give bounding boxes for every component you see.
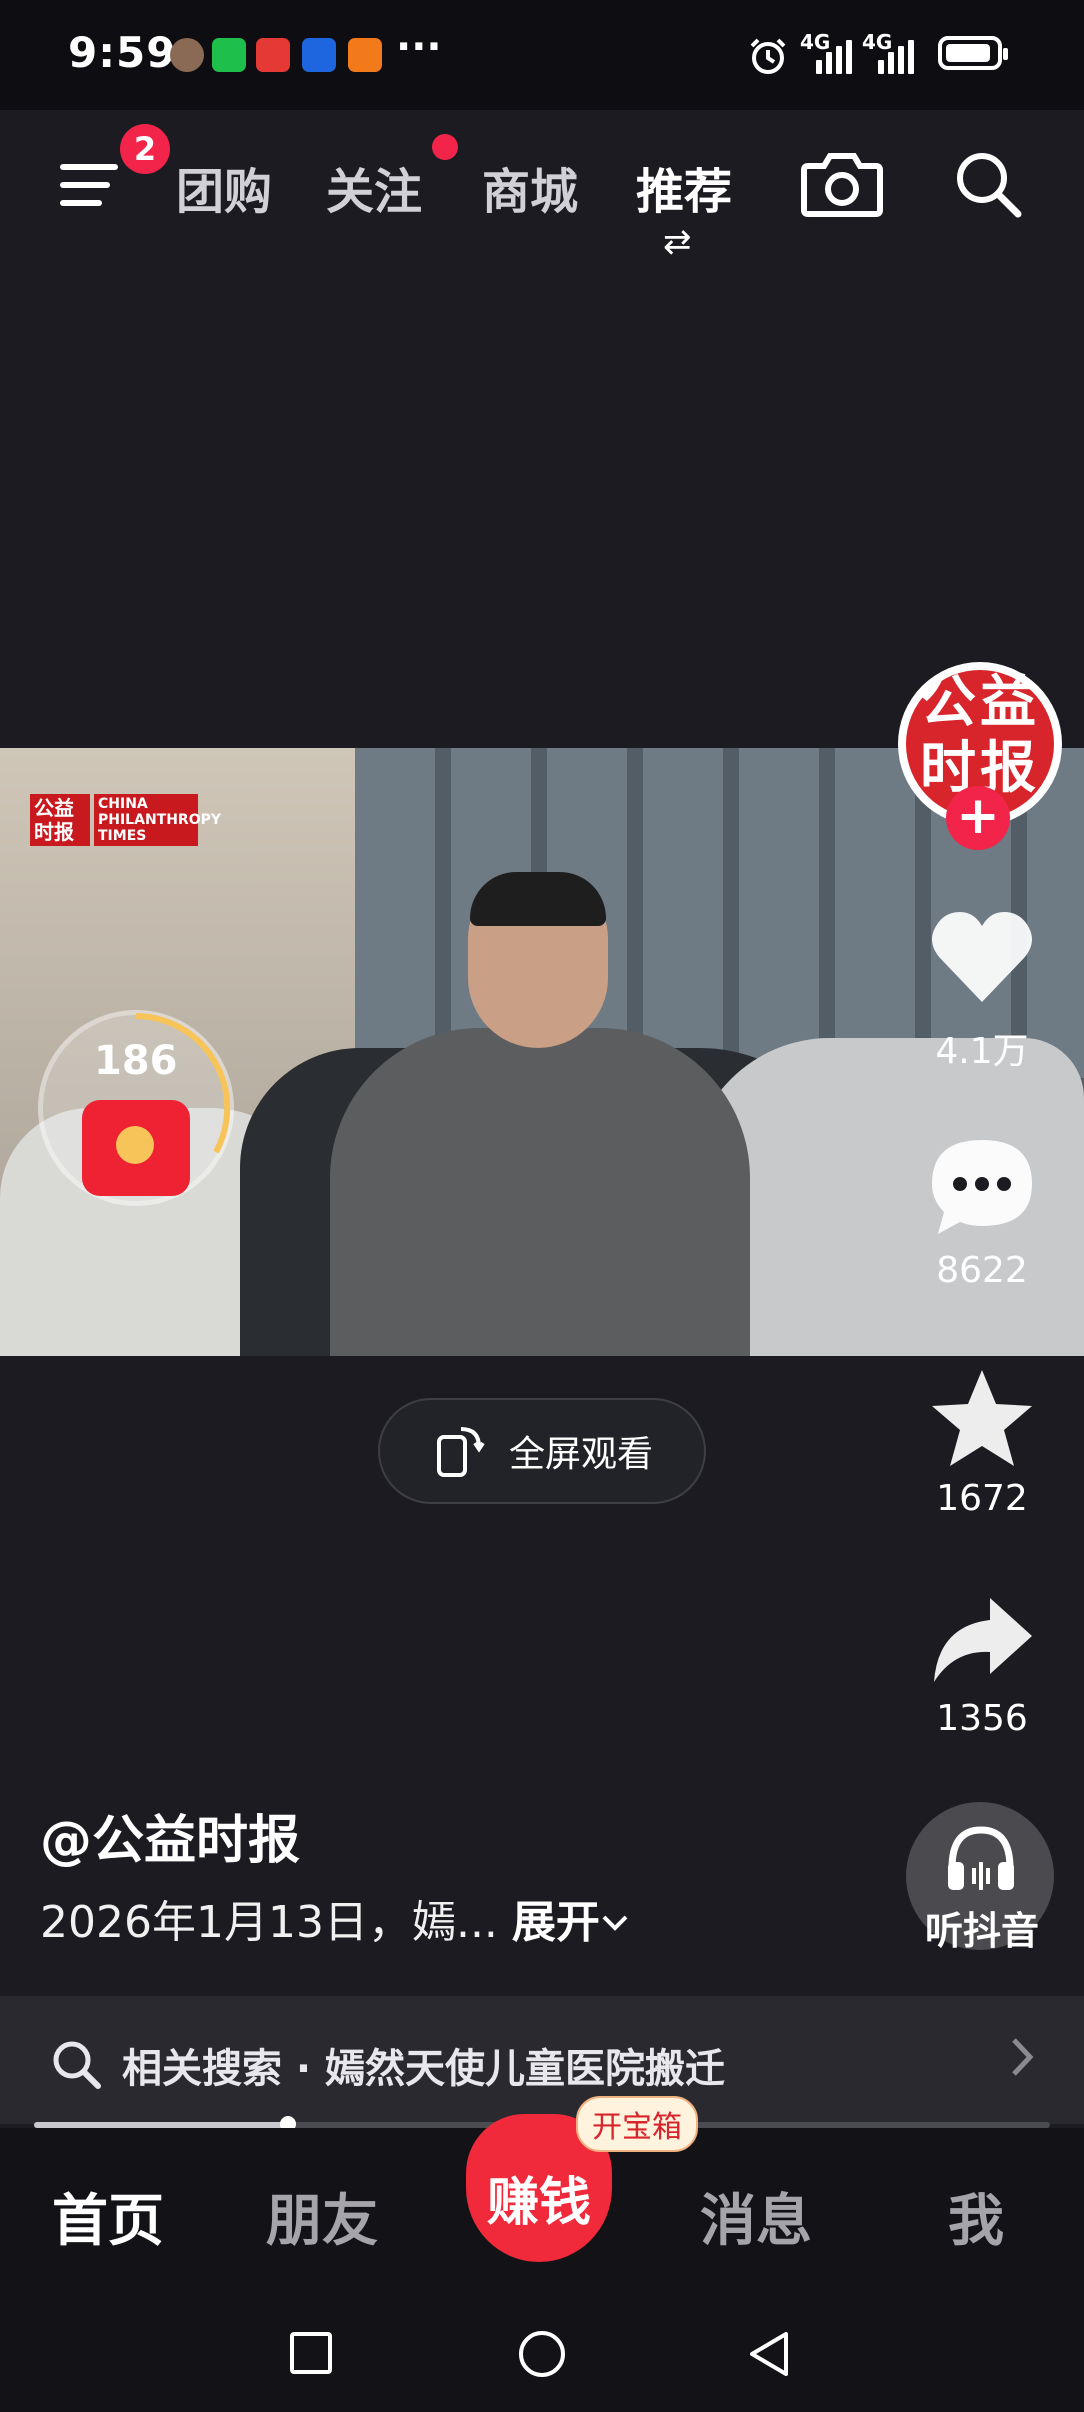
fullscreen-button[interactable]: 全屏观看 bbox=[378, 1398, 706, 1504]
switch-icon[interactable]: ⇄ bbox=[663, 222, 692, 262]
tab-home[interactable]: 首页 bbox=[52, 2176, 164, 2257]
chevron-down-icon bbox=[602, 1915, 628, 1931]
author-name[interactable]: @公益时报 bbox=[40, 1798, 300, 1873]
fullscreen-label: 全屏观看 bbox=[508, 1434, 653, 1475]
tab-following[interactable]: 关注 bbox=[326, 152, 422, 222]
like-heart-icon[interactable] bbox=[928, 908, 1036, 1008]
watermark-logo-en: CHINA PHILANTHROPY TIMES bbox=[94, 794, 221, 846]
following-dot-badge bbox=[432, 134, 458, 160]
signal-bars-1-icon bbox=[806, 38, 852, 74]
like-count: 4.1万 bbox=[935, 1031, 1029, 1072]
home-circle-icon[interactable] bbox=[516, 2328, 568, 2380]
post-description: 2026年1月13日，嫣... 展开 bbox=[40, 1886, 630, 1950]
comment-icon[interactable] bbox=[928, 1134, 1036, 1238]
video-scene-person-hair bbox=[470, 872, 606, 926]
video-scene-person bbox=[330, 1028, 750, 1356]
camera-icon[interactable] bbox=[800, 146, 884, 220]
chevron-right-icon bbox=[1012, 2038, 1034, 2076]
signal-bars-2-icon bbox=[868, 38, 914, 74]
tab-friends[interactable]: 朋友 bbox=[266, 2176, 378, 2257]
orange-app-icon bbox=[348, 38, 382, 72]
more-notifications-icon: ··· bbox=[396, 24, 442, 70]
rotate-screen-icon bbox=[436, 1427, 485, 1477]
battery-icon bbox=[938, 36, 1008, 70]
listen-label: 听抖音 bbox=[924, 1909, 1039, 1953]
back-triangle-icon[interactable] bbox=[746, 2328, 794, 2380]
expand-button[interactable]: 展开 bbox=[512, 1897, 630, 1948]
watermark-logo-cn: 公益时报 bbox=[30, 794, 90, 846]
blue-app-icon bbox=[302, 38, 336, 72]
photo-avatar-icon bbox=[170, 38, 204, 72]
favorite-star-icon[interactable] bbox=[928, 1366, 1036, 1470]
favorite-count: 1672 bbox=[936, 1478, 1028, 1519]
tab-mall[interactable]: 商城 bbox=[482, 152, 578, 222]
search-icon[interactable] bbox=[952, 148, 1024, 220]
video-watermark-logo: 公益时报 CHINA PHILANTHROPY TIMES bbox=[30, 794, 221, 846]
wechat-icon bbox=[212, 38, 246, 72]
post-description-text: 2026年1月13日，嫣... bbox=[40, 1897, 498, 1948]
expand-label: 展开 bbox=[511, 1897, 600, 1948]
tab-me[interactable]: 我 bbox=[948, 2176, 1004, 2257]
menu-badge: 2 bbox=[120, 124, 170, 174]
follow-button[interactable]: + bbox=[946, 786, 1010, 850]
red-packet-count: 186 bbox=[94, 1038, 178, 1084]
red-app-icon bbox=[256, 38, 290, 72]
tab-recommend[interactable]: 推荐 bbox=[636, 152, 732, 222]
tab-group-buy[interactable]: 团购 bbox=[176, 152, 272, 222]
tab-earn[interactable]: 赚钱 bbox=[466, 2160, 612, 2235]
alarm-icon bbox=[750, 38, 786, 74]
menu-icon[interactable] bbox=[60, 160, 122, 210]
red-envelope-seal bbox=[116, 1126, 154, 1164]
headphones-icon bbox=[948, 1826, 1014, 1890]
status-time: 9:59 bbox=[68, 28, 177, 77]
comment-count: 8622 bbox=[936, 1250, 1028, 1291]
recent-apps-icon[interactable] bbox=[288, 2330, 334, 2376]
related-search-icon bbox=[53, 2041, 101, 2089]
share-arrow-icon[interactable] bbox=[928, 1592, 1036, 1686]
tab-messages[interactable]: 消息 bbox=[700, 2176, 812, 2257]
related-search-text: 相关搜索 · 嫣然天使儿童医院搬迁 bbox=[122, 2046, 726, 2092]
share-count: 1356 bbox=[936, 1698, 1028, 1739]
open-treasure-badge[interactable]: 开宝箱 bbox=[576, 2096, 698, 2152]
